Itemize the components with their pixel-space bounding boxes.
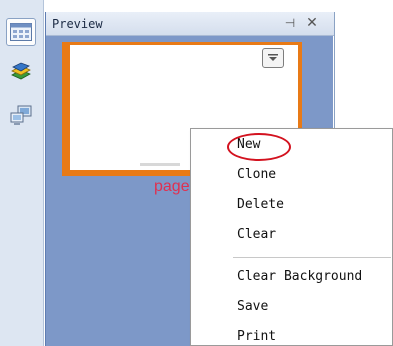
thumbnail-dropdown-button[interactable] xyxy=(262,48,284,68)
menu-item-label: Clear Background xyxy=(237,269,363,284)
menu-item-clear[interactable]: Clear xyxy=(191,221,393,249)
menu-item-save[interactable]: Save xyxy=(191,293,393,321)
menu-item-clear-background[interactable]: Clear Background xyxy=(191,263,393,291)
menu-item-label: Clear xyxy=(237,227,277,242)
context-menu: New Clone Delete Clear Clear Background … xyxy=(190,128,393,346)
menu-item-label: Clone xyxy=(237,167,277,182)
book-stack-icon[interactable] xyxy=(6,58,36,86)
menu-item-label: Save xyxy=(237,299,269,314)
left-toolbar xyxy=(0,0,44,346)
menu-separator xyxy=(233,257,391,258)
thumbnail-mark xyxy=(140,163,180,166)
menu-item-delete[interactable]: Delete xyxy=(191,191,393,219)
menu-item-label: Print xyxy=(237,329,277,344)
slide-grid-icon[interactable] xyxy=(6,18,36,46)
panel-title: Preview xyxy=(52,17,103,31)
page-label: page xyxy=(154,178,190,195)
menu-item-new[interactable]: New xyxy=(191,131,393,159)
panel-header: Preview ⊣ ✕ xyxy=(46,12,334,36)
highlight-annotation xyxy=(227,133,291,161)
menu-item-clone[interactable]: Clone xyxy=(191,161,393,189)
chevron-down-icon xyxy=(268,54,278,61)
menu-item-print[interactable]: Print xyxy=(191,323,393,346)
close-icon[interactable]: ✕ xyxy=(304,15,320,31)
pin-icon[interactable]: ⊣ xyxy=(282,15,298,31)
computer-network-icon[interactable] xyxy=(6,102,36,130)
menu-item-label: Delete xyxy=(237,197,284,212)
